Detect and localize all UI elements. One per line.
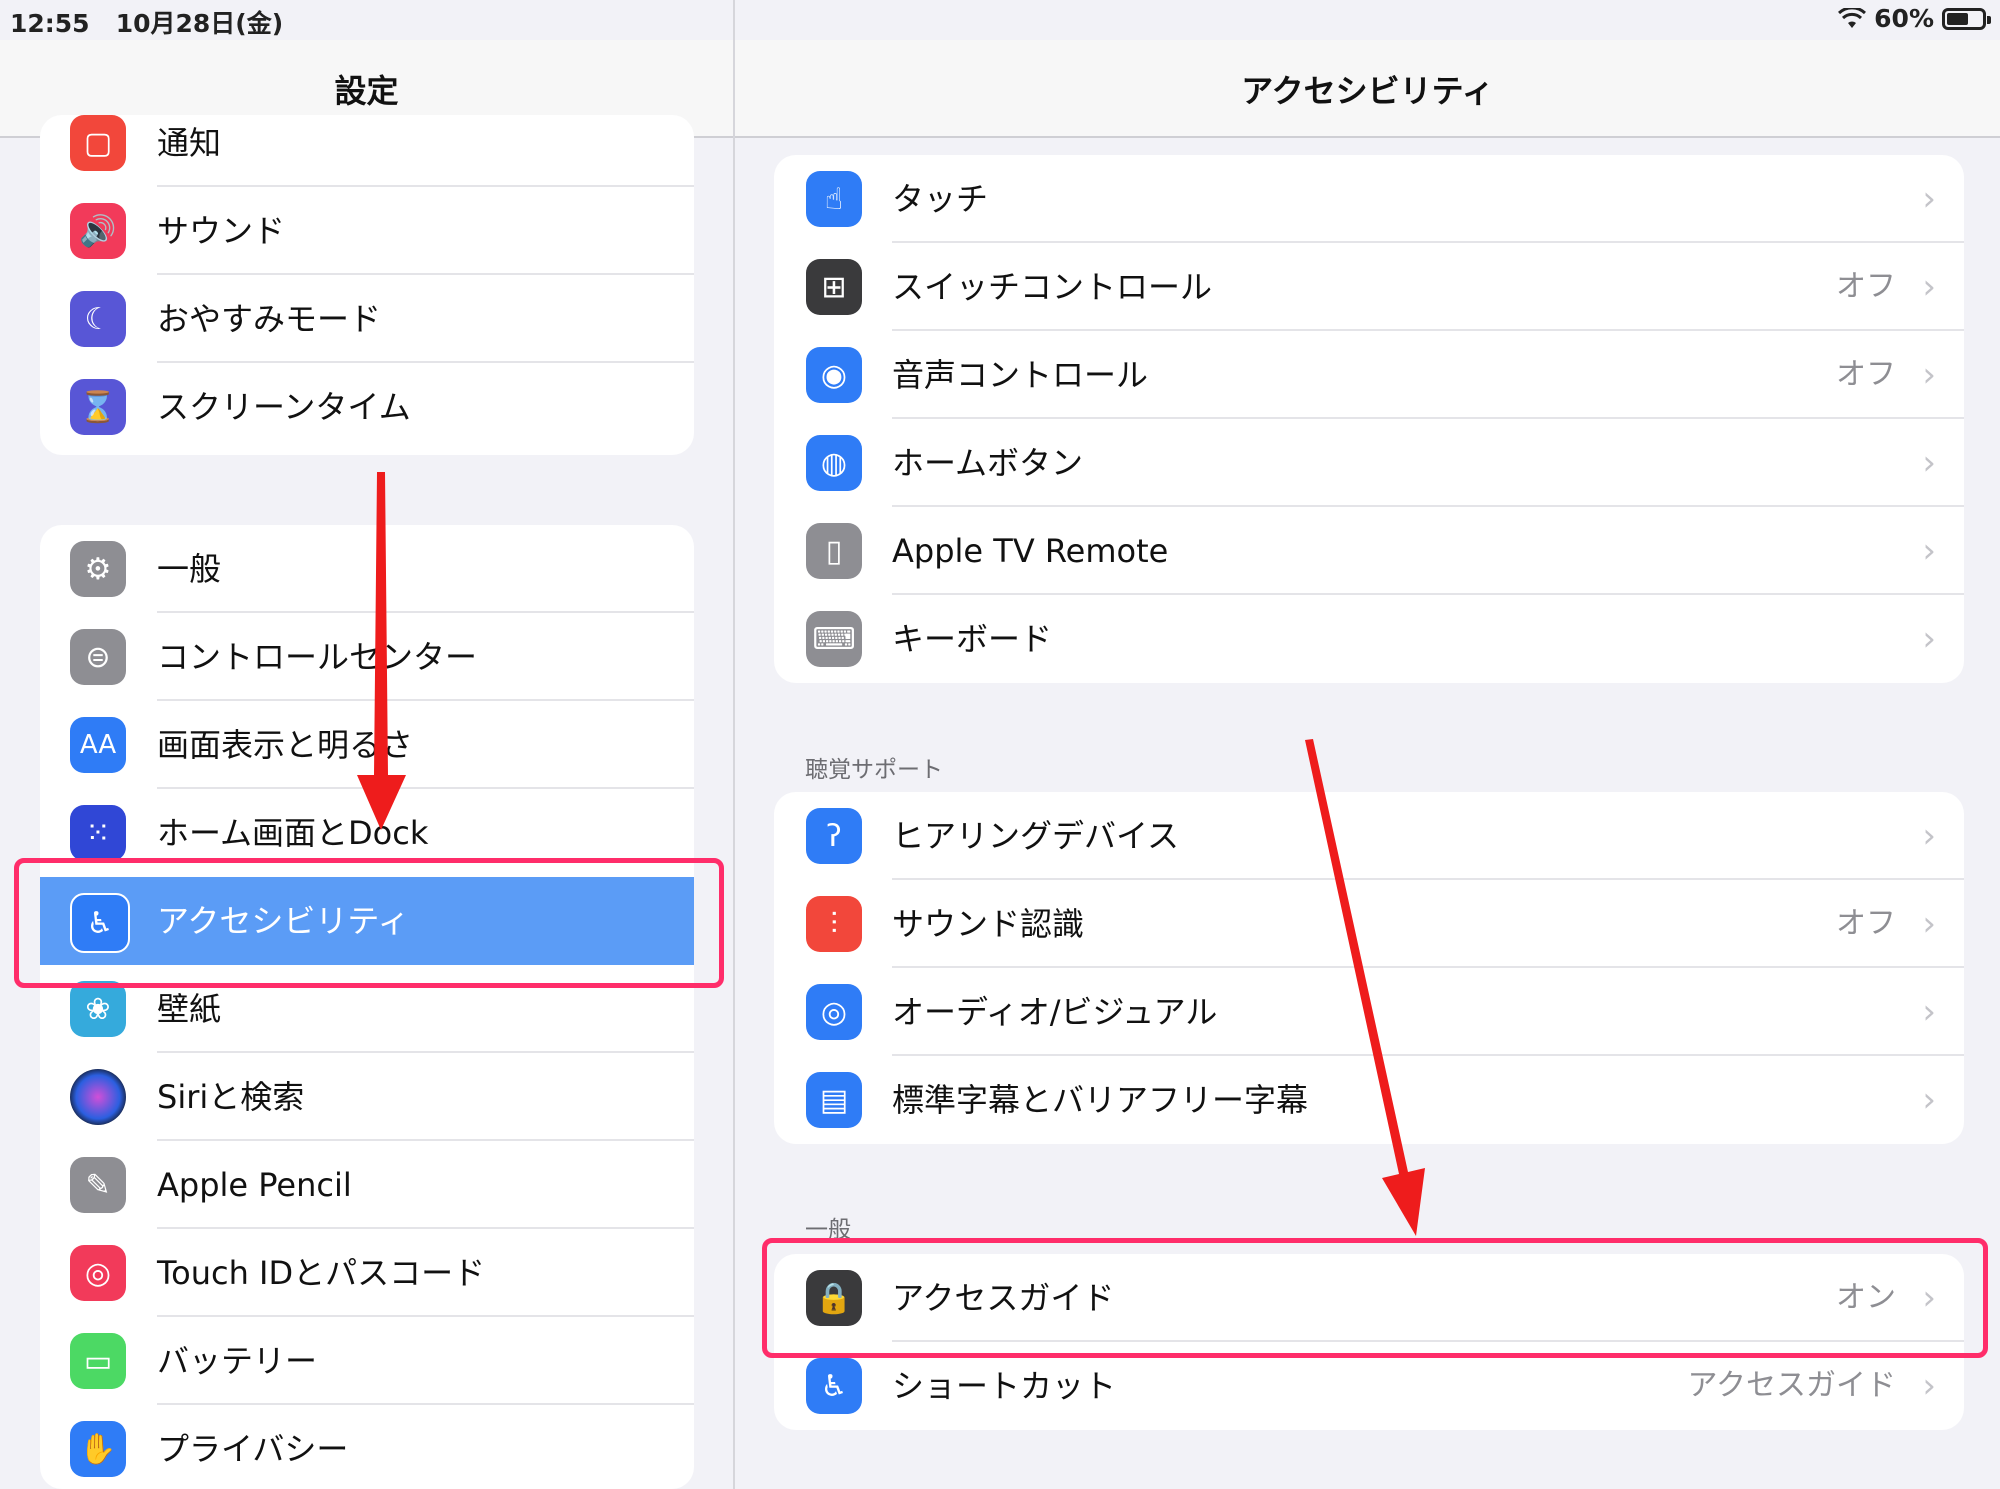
- arrow-down-icon: [1305, 739, 1425, 1236]
- annotation-arrows: [357, 472, 1425, 1236]
- arrow-down-icon: [357, 472, 406, 830]
